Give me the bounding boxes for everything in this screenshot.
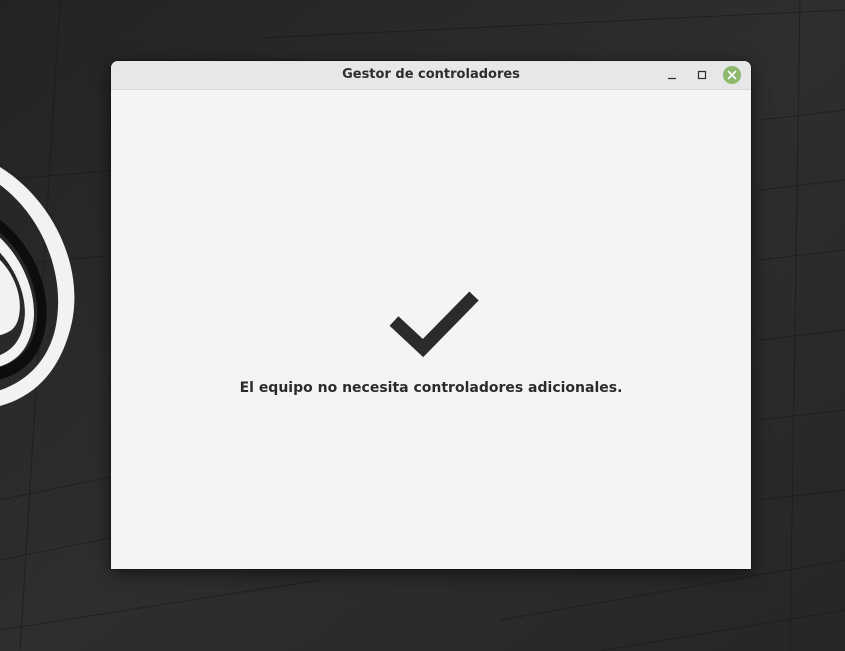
close-icon	[723, 66, 741, 84]
window-title: Gestor de controladores	[342, 67, 520, 82]
status-message: El equipo no necesita controladores adic…	[239, 380, 623, 396]
minimize-icon	[668, 77, 676, 80]
checkmark-icon	[389, 291, 479, 358]
maximize-icon	[697, 70, 707, 80]
driver-manager-window: Gestor de controladores El equipo no nec…	[111, 61, 751, 569]
title-bar[interactable]: Gestor de controladores	[111, 61, 751, 90]
window-content: El equipo no necesita controladores adic…	[111, 90, 751, 569]
maximize-button[interactable]	[692, 65, 712, 85]
close-button[interactable]	[722, 65, 742, 85]
minimize-button[interactable]	[662, 65, 682, 85]
